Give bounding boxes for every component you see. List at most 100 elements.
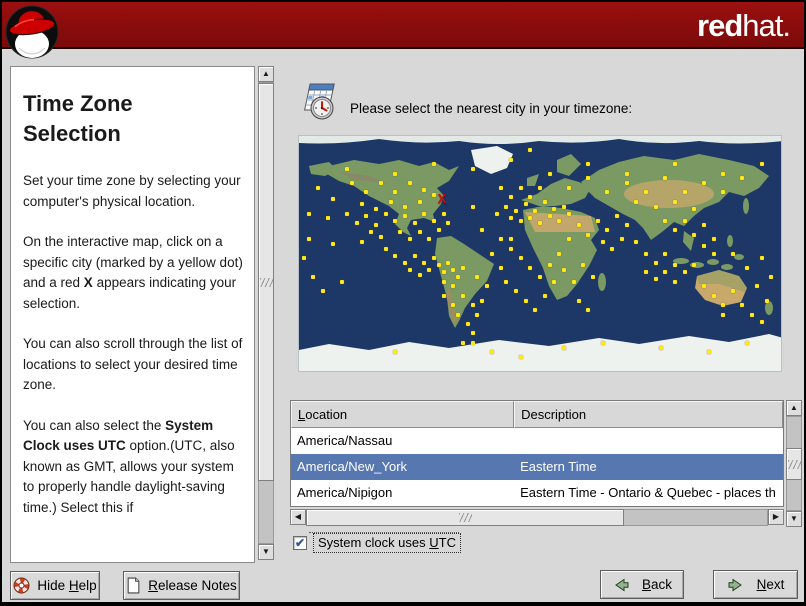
city-dot[interactable]: [576, 298, 581, 303]
city-dot[interactable]: [759, 319, 764, 324]
city-dot[interactable]: [383, 246, 388, 251]
city-dot[interactable]: [634, 239, 639, 244]
scroll-thumb[interactable]: [786, 448, 802, 480]
city-dot[interactable]: [721, 190, 726, 195]
city-dot[interactable]: [644, 190, 649, 195]
city-dot[interactable]: [513, 289, 518, 294]
city-dot[interactable]: [547, 263, 552, 268]
city-dot[interactable]: [523, 298, 528, 303]
city-dot[interactable]: [682, 270, 687, 275]
city-dot[interactable]: [369, 230, 374, 235]
city-dot[interactable]: [374, 223, 379, 228]
city-dot[interactable]: [427, 267, 432, 272]
city-dot[interactable]: [663, 251, 668, 256]
city-dot[interactable]: [533, 307, 538, 312]
city-dot[interactable]: [451, 284, 456, 289]
city-dot[interactable]: [576, 223, 581, 228]
city-dot[interactable]: [330, 197, 335, 202]
city-dot[interactable]: [513, 209, 518, 214]
city-dot[interactable]: [504, 204, 509, 209]
scroll-thumb[interactable]: [258, 83, 274, 481]
release-notes-button[interactable]: Release Notes: [123, 571, 240, 600]
city-dot[interactable]: [393, 218, 398, 223]
scroll-down-button[interactable]: ▼: [258, 544, 274, 560]
city-dot[interactable]: [552, 206, 557, 211]
city-dot[interactable]: [552, 279, 557, 284]
city-dot[interactable]: [692, 232, 697, 237]
hide-help-button[interactable]: Hide Help: [10, 571, 100, 600]
city-dot[interactable]: [354, 220, 359, 225]
city-dot[interactable]: [658, 345, 663, 350]
city-dot[interactable]: [446, 220, 451, 225]
city-dot[interactable]: [407, 181, 412, 185]
city-dot[interactable]: [509, 216, 514, 221]
city-dot[interactable]: [538, 185, 542, 190]
city-dot[interactable]: [721, 303, 726, 308]
city-dot[interactable]: [706, 350, 711, 355]
city-dot[interactable]: [378, 181, 383, 185]
column-header-location[interactable]: Location: [291, 401, 515, 428]
city-dot[interactable]: [769, 275, 774, 279]
city-dot[interactable]: [345, 166, 350, 171]
city-dot[interactable]: [436, 228, 441, 232]
city-dot[interactable]: [562, 345, 567, 350]
city-dot[interactable]: [456, 312, 461, 317]
city-dot[interactable]: [600, 340, 605, 345]
city-dot[interactable]: [523, 202, 528, 207]
city-dot[interactable]: [393, 171, 398, 176]
city-dot[interactable]: [364, 213, 369, 218]
city-dot[interactable]: [615, 213, 620, 218]
back-button[interactable]: Back: [600, 570, 684, 599]
city-dot[interactable]: [301, 256, 306, 261]
city-dot[interactable]: [711, 251, 716, 256]
city-dot[interactable]: [499, 237, 504, 242]
city-dot[interactable]: [663, 218, 668, 223]
help-scrollbar[interactable]: ▲ ▼: [258, 66, 274, 560]
city-dot[interactable]: [663, 270, 668, 275]
scroll-up-button[interactable]: ▲: [258, 66, 274, 82]
city-dot[interactable]: [542, 199, 547, 204]
city-dot[interactable]: [407, 267, 412, 272]
city-dot[interactable]: [306, 237, 311, 242]
city-dot[interactable]: [499, 265, 504, 270]
city-dot[interactable]: [682, 218, 687, 223]
city-dot[interactable]: [316, 185, 321, 190]
city-dot[interactable]: [393, 253, 398, 258]
city-dot[interactable]: [422, 188, 427, 193]
city-dot[interactable]: [571, 279, 576, 284]
city-dot[interactable]: [494, 211, 499, 216]
city-dot[interactable]: [489, 251, 494, 256]
city-dot[interactable]: [586, 176, 591, 181]
city-dot[interactable]: [745, 340, 750, 345]
city-dot[interactable]: [624, 171, 629, 176]
city-dot[interactable]: [721, 312, 726, 317]
city-dot[interactable]: [644, 270, 649, 275]
city-dot[interactable]: [364, 190, 369, 195]
city-dot[interactable]: [672, 199, 677, 204]
city-dot[interactable]: [663, 176, 668, 181]
utc-checkbox-label[interactable]: System clock uses UTC: [313, 533, 461, 553]
city-dot[interactable]: [388, 199, 393, 204]
city-dot[interactable]: [672, 263, 677, 268]
city-dot[interactable]: [619, 237, 624, 242]
city-dot[interactable]: [586, 307, 591, 312]
city-dot[interactable]: [750, 312, 755, 317]
city-dot[interactable]: [321, 289, 326, 294]
city-dot[interactable]: [672, 279, 677, 284]
city-dot[interactable]: [730, 251, 735, 256]
city-dot[interactable]: [480, 228, 485, 232]
city-dot[interactable]: [480, 298, 485, 303]
city-dot[interactable]: [509, 195, 514, 200]
table-vscrollbar[interactable]: ▲ ▼: [786, 400, 802, 527]
city-dot[interactable]: [518, 185, 523, 190]
city-dot[interactable]: [533, 209, 538, 214]
city-dot[interactable]: [417, 272, 422, 277]
city-dot[interactable]: [306, 211, 311, 216]
city-dot[interactable]: [624, 181, 629, 185]
city-dot[interactable]: [499, 185, 504, 190]
city-dot[interactable]: [701, 223, 706, 228]
scroll-left-button[interactable]: ◀: [290, 509, 306, 525]
city-dot[interactable]: [345, 211, 350, 216]
city-dot[interactable]: [653, 260, 658, 265]
city-dot[interactable]: [330, 242, 335, 247]
